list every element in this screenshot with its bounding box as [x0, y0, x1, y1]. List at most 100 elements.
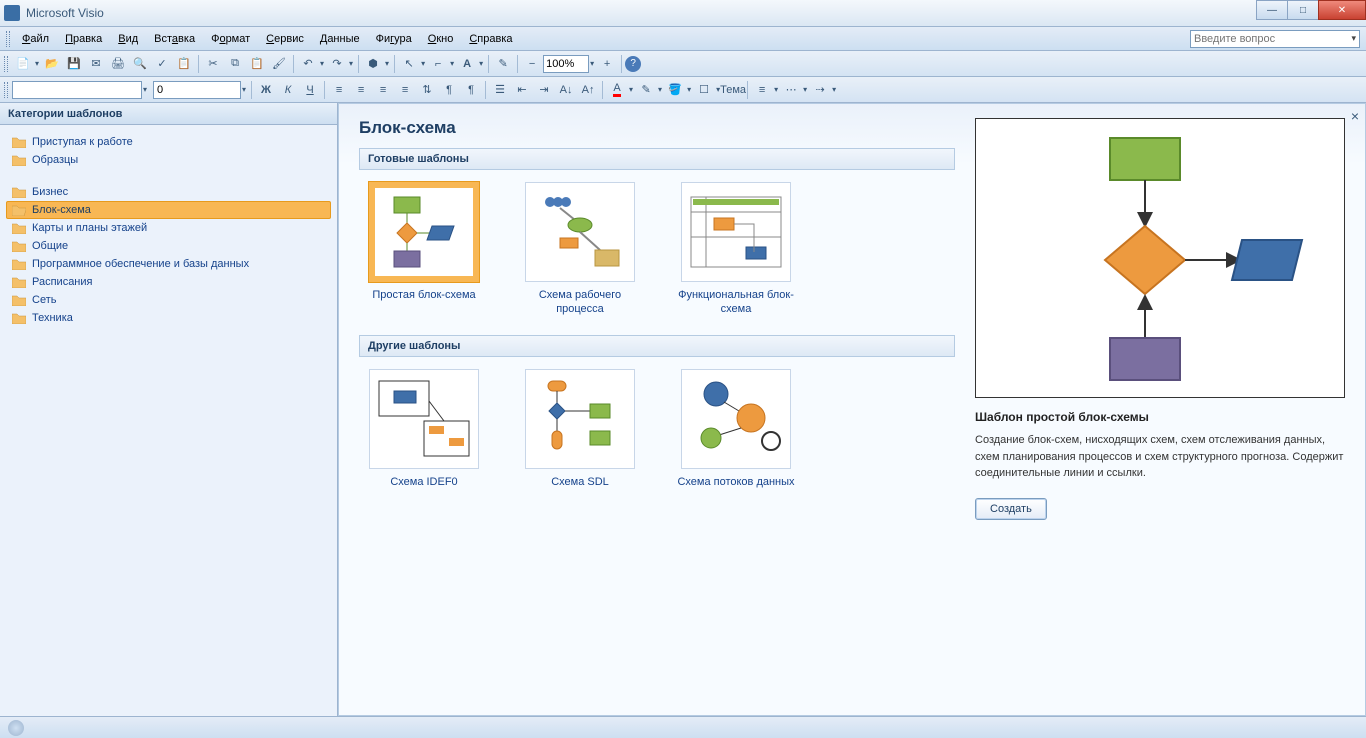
menu-insert[interactable]: Вставка	[146, 31, 203, 47]
ask-dropdown-icon[interactable]: ▾	[1351, 33, 1356, 44]
mail-button[interactable]: ✉	[85, 53, 107, 75]
indent-increase-button[interactable]: ¶	[460, 79, 482, 101]
connector-tool-button[interactable]: ⌐	[427, 53, 449, 75]
category-schedule[interactable]: Расписания	[6, 273, 331, 291]
align-center-button[interactable]: ≡	[350, 79, 372, 101]
line-weight-button[interactable]: ≡	[751, 79, 773, 101]
template-sdl[interactable]: Схема SDL	[515, 369, 645, 489]
toolbar-grip-1[interactable]	[4, 56, 8, 72]
template-cross-functional[interactable]: Функциональная блок-схема	[671, 182, 801, 317]
shapes-button[interactable]: ⬢	[362, 53, 384, 75]
shapes-dropdown-icon[interactable]: ▾	[384, 59, 391, 68]
menu-data[interactable]: Данные	[312, 31, 368, 47]
bullets-button[interactable]: ☰	[489, 79, 511, 101]
align-left-button[interactable]: ≡	[328, 79, 350, 101]
line-ends-dropdown-icon[interactable]: ▾	[831, 85, 838, 94]
open-button[interactable]: 📂	[41, 53, 63, 75]
indent-decrease-button[interactable]: ¶	[438, 79, 460, 101]
category-business[interactable]: Бизнес	[6, 183, 331, 201]
toolbar-grip-2[interactable]	[4, 82, 8, 98]
line-pattern-dropdown-icon[interactable]: ▾	[802, 85, 809, 94]
distribute-button[interactable]: ⇅	[416, 79, 438, 101]
zoom-in-button[interactable]: +	[596, 53, 618, 75]
menu-window[interactable]: Окно	[420, 31, 462, 47]
line-pattern-button[interactable]: ⋯	[780, 79, 802, 101]
menu-format[interactable]: Формат	[203, 31, 258, 47]
line-ends-button[interactable]: ⇢	[809, 79, 831, 101]
maximize-button[interactable]: □	[1287, 0, 1319, 20]
category-maps[interactable]: Карты и планы этажей	[6, 219, 331, 237]
template-idef0[interactable]: Схема IDEF0	[359, 369, 489, 489]
category-network[interactable]: Сеть	[6, 291, 331, 309]
zoom-dropdown-icon[interactable]: ▾	[589, 59, 596, 68]
menu-view[interactable]: Вид	[110, 31, 146, 47]
menu-file[interactable]: Файл	[14, 31, 57, 47]
font-size-dropdown-icon[interactable]: ▾	[241, 85, 248, 94]
paste-button[interactable]: 📋	[246, 53, 268, 75]
line-color-button[interactable]: ✎	[635, 79, 657, 101]
align-right-button[interactable]: ≡	[372, 79, 394, 101]
category-samples[interactable]: Образцы	[6, 151, 331, 169]
undo-dropdown-icon[interactable]: ▾	[319, 59, 326, 68]
shadow-button[interactable]: ☐	[693, 79, 715, 101]
font-name-dropdown-icon[interactable]: ▾	[142, 85, 149, 94]
category-flowchart[interactable]: Блок-схема	[6, 201, 331, 219]
category-general[interactable]: Общие	[6, 237, 331, 255]
format-painter-button[interactable]: 🖌	[268, 53, 290, 75]
decrease-size-button[interactable]: A↓	[555, 79, 577, 101]
redo-dropdown-icon[interactable]: ▾	[348, 59, 355, 68]
connector-dropdown-icon[interactable]: ▾	[449, 59, 456, 68]
theme-button[interactable]: Тема	[722, 79, 744, 101]
bold-button[interactable]: Ж	[255, 79, 277, 101]
ask-question-box[interactable]: ▾	[1190, 30, 1360, 48]
menu-edit[interactable]: Правка	[57, 31, 110, 47]
increase-size-button[interactable]: A↑	[577, 79, 599, 101]
increase-indent-button[interactable]: ⇥	[533, 79, 555, 101]
decrease-indent-button[interactable]: ⇤	[511, 79, 533, 101]
text-dropdown-icon[interactable]: ▾	[478, 59, 485, 68]
menu-tools[interactable]: Сервис	[258, 31, 312, 47]
ink-button[interactable]: ✎	[492, 53, 514, 75]
menubar-grip[interactable]	[6, 31, 10, 47]
close-button[interactable]: ✕	[1318, 0, 1366, 20]
help-button[interactable]: ?	[625, 56, 641, 72]
template-basic-flowchart[interactable]: Простая блок-схема	[359, 182, 489, 317]
template-workflow[interactable]: Схема рабочего процесса	[515, 182, 645, 317]
undo-button[interactable]: ↶	[297, 53, 319, 75]
italic-button[interactable]: К	[277, 79, 299, 101]
copy-button[interactable]: ⧉	[224, 53, 246, 75]
print-button[interactable]: 🖨	[107, 53, 129, 75]
menu-help[interactable]: Справка	[461, 31, 520, 47]
minimize-button[interactable]: —	[1256, 0, 1288, 20]
category-software[interactable]: Программное обеспечение и базы данных	[6, 255, 331, 273]
category-engineering[interactable]: Техника	[6, 309, 331, 327]
font-color-button[interactable]: A	[606, 79, 628, 101]
print-preview-button[interactable]: 🔍	[129, 53, 151, 75]
zoom-box[interactable]: 100%	[543, 55, 589, 73]
save-button[interactable]: 💾	[63, 53, 85, 75]
ask-question-input[interactable]	[1194, 33, 1351, 45]
font-size-box[interactable]	[153, 81, 241, 99]
line-color-dropdown-icon[interactable]: ▾	[657, 85, 664, 94]
research-button[interactable]: 📋	[173, 53, 195, 75]
spellcheck-button[interactable]: ✓	[151, 53, 173, 75]
font-name-box[interactable]	[12, 81, 142, 99]
underline-button[interactable]: Ч	[299, 79, 321, 101]
text-tool-button[interactable]: A	[456, 53, 478, 75]
create-button[interactable]: Создать	[975, 498, 1047, 520]
redo-button[interactable]: ↷	[326, 53, 348, 75]
pointer-tool-button[interactable]: ↖	[398, 53, 420, 75]
fill-color-button[interactable]: 🪣	[664, 79, 686, 101]
align-justify-button[interactable]: ≡	[394, 79, 416, 101]
template-data-flow[interactable]: Схема потоков данных	[671, 369, 801, 489]
preview-close-icon[interactable]: ×	[1351, 108, 1359, 124]
fill-color-dropdown-icon[interactable]: ▾	[686, 85, 693, 94]
new-button[interactable]: 📄	[12, 53, 34, 75]
category-getting-started[interactable]: Приступая к работе	[6, 133, 331, 151]
cut-button[interactable]: ✂	[202, 53, 224, 75]
line-weight-dropdown-icon[interactable]: ▾	[773, 85, 780, 94]
zoom-out-button[interactable]: −	[521, 53, 543, 75]
font-color-dropdown-icon[interactable]: ▾	[628, 85, 635, 94]
pointer-dropdown-icon[interactable]: ▾	[420, 59, 427, 68]
menu-shape[interactable]: Фигура	[368, 31, 420, 47]
